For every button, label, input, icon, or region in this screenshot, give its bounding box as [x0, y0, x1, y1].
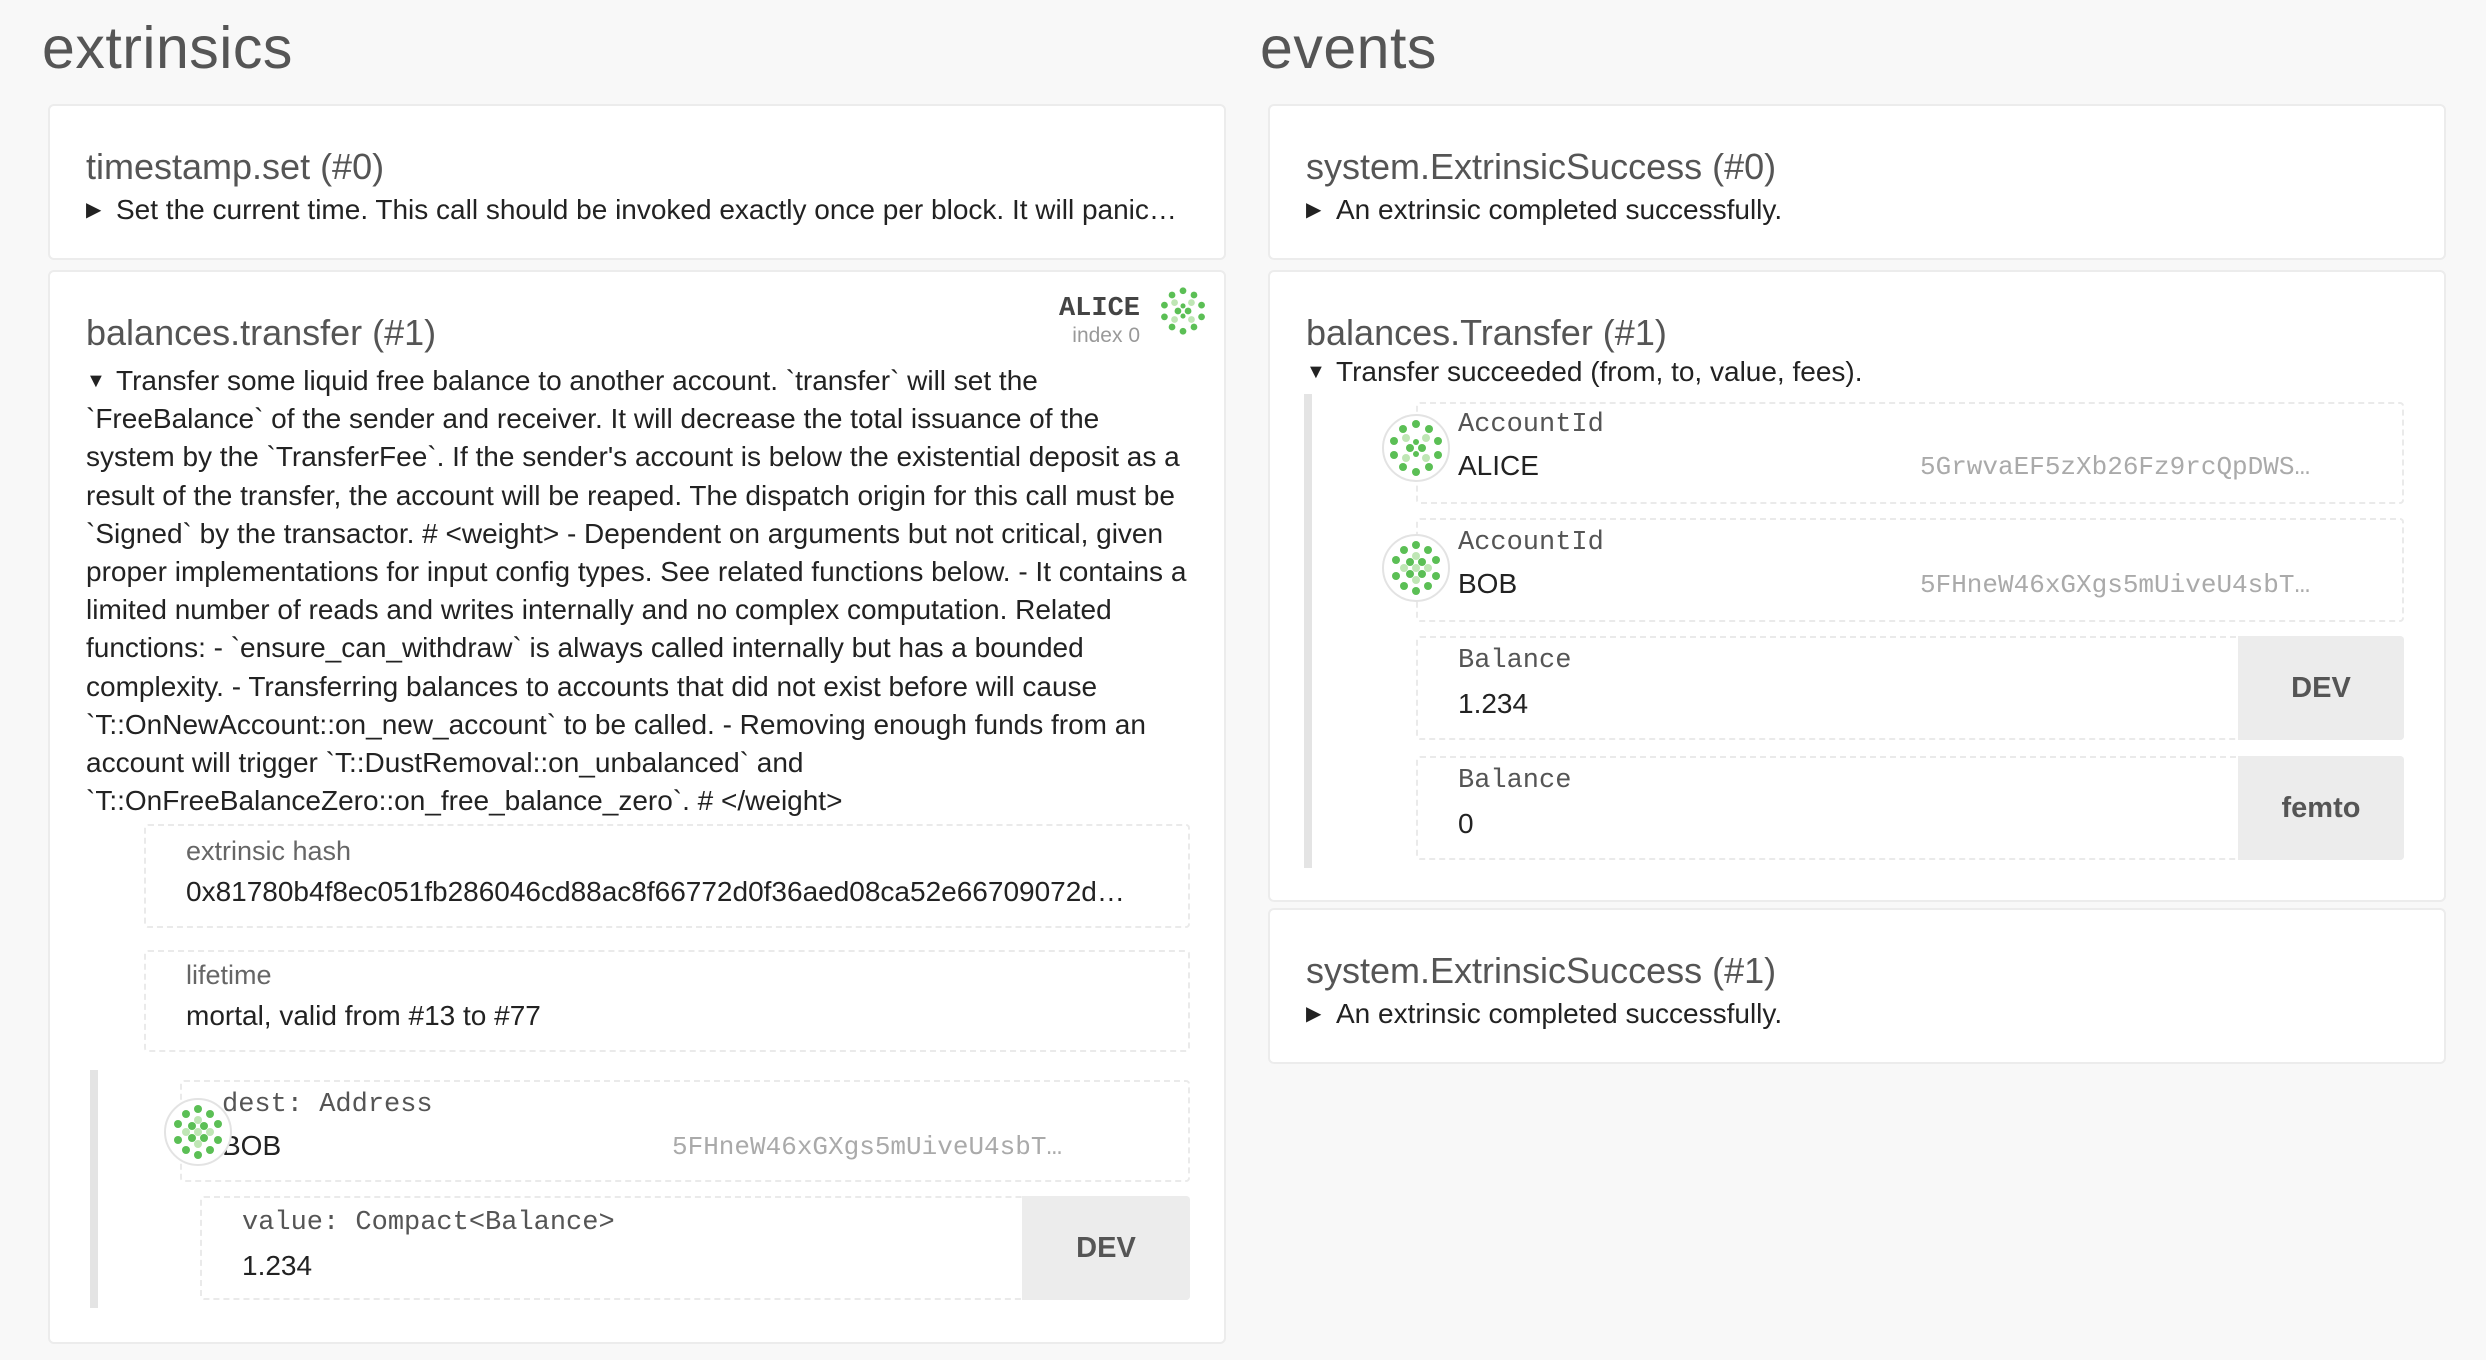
- identicon-bob-svg: [174, 1105, 222, 1159]
- event-summary-toggle[interactable]: ▶ An extrinsic completed successfully.: [1306, 194, 2426, 226]
- collapse-triangle-icon: ▼: [1306, 361, 1326, 383]
- doc-line: `T::OnFreeBalanceZero::on_free_balance_z…: [86, 785, 843, 817]
- events-heading: events: [1260, 15, 1437, 81]
- lifetime-value: mortal, valid from #13 to #77: [186, 1000, 541, 1031]
- event-field-accountid-alice: AccountId ALICE 5GrwvaEF5zXb26Fz9rcQpDWS…: [1416, 402, 2404, 504]
- event-field-balance-dev: Balance 1.234 DEV: [1416, 636, 2404, 740]
- event-card-transfer: balances.Transfer (#1) ▼ Transfer succeed…: [1268, 270, 2446, 902]
- value-param-label: value: Compact<Balance>: [242, 1208, 615, 1238]
- identicon-alice-svg: [1161, 287, 1205, 335]
- event-fields-left-bar: [1304, 394, 1312, 868]
- params-left-bar: [90, 1070, 98, 1308]
- lifetime-label: lifetime: [186, 960, 272, 990]
- event-title: system.ExtrinsicSuccess (#0): [1306, 146, 1777, 187]
- identicon-alice-svg: [1390, 420, 1442, 476]
- event-card-success-1: system.ExtrinsicSuccess (#1) ▶ An extrins…: [1268, 908, 2446, 1064]
- doc-line: account will trigger `T::DustRemoval::on…: [86, 747, 804, 779]
- event-field-unit: femto: [2238, 756, 2404, 860]
- signer-index: index 0: [1072, 324, 1140, 347]
- extrinsic-card-transfer: balances.transfer (#1) ALICE index 0 ▼ T…: [48, 270, 1226, 1344]
- extrinsic-summary: Set the current time. This call should b…: [116, 194, 1177, 225]
- event-field-address[interactable]: 5FHneW46xGXgs5mUiveU4sbT…: [1920, 570, 2390, 600]
- event-field-amount: 1.234: [1458, 688, 1529, 719]
- value-param-amount: 1.234: [242, 1250, 313, 1281]
- event-field-unit: DEV: [2238, 636, 2404, 740]
- event-field-address[interactable]: 5GrwvaEF5zXb26Fz9rcQpDWS…: [1920, 452, 2390, 482]
- event-title: balances.Transfer (#1): [1306, 312, 1667, 353]
- dest-param-field: dest: Address BOB 5FHneW46xGXgs5mUiveU4s…: [180, 1080, 1190, 1182]
- doc-line: `T::OnNewAccount::on_new_account` to be …: [86, 708, 1146, 740]
- expand-triangle-icon: ▶: [1306, 1003, 1322, 1025]
- doc-line: `Signed` by the transactor. # <weight> -…: [86, 517, 1164, 549]
- extrinsic-hash-value[interactable]: 0x81780b4f8ec051fb286046cd88ac8f66772d0f…: [186, 876, 1176, 908]
- signer-identicon-icon[interactable]: [1156, 284, 1210, 338]
- event-card-success-0: system.ExtrinsicSuccess (#0) ▶ An extrins…: [1268, 104, 2446, 260]
- event-summary: Transfer succeeded (from, to, value, fee…: [1336, 356, 1863, 387]
- event-field-name: ALICE: [1458, 450, 1539, 481]
- doc-line: limited number of reads and writes inter…: [86, 594, 1112, 626]
- event-field-label: Balance: [1458, 646, 1572, 676]
- dest-param-label: dest: Address: [222, 1090, 433, 1120]
- identicon-bob-svg: [1392, 541, 1440, 595]
- alice-identicon-icon[interactable]: [1382, 414, 1450, 482]
- extrinsic-title: balances.transfer (#1): [86, 312, 437, 353]
- event-field-label: Balance: [1458, 766, 1572, 796]
- event-field-amount: 0: [1458, 808, 1474, 839]
- event-field-accountid-bob: AccountId BOB 5FHneW46xGXgs5mUiveU4sbT…: [1416, 518, 2404, 622]
- expand-triangle-icon: ▶: [1306, 199, 1322, 221]
- collapse-triangle-icon: ▼: [86, 370, 106, 392]
- value-param-field: value: Compact<Balance> 1.234 DEV: [200, 1196, 1190, 1300]
- extrinsic-hash-field: extrinsic hash 0x81780b4f8ec051fb286046c…: [144, 824, 1190, 928]
- event-field-label: AccountId: [1458, 410, 1604, 440]
- event-summary: An extrinsic completed successfully.: [1336, 998, 1783, 1029]
- page: extrinsics timestamp.set (#0) ▶ Set the c…: [0, 0, 2486, 1360]
- expand-triangle-icon: ▶: [86, 199, 102, 221]
- doc-line: functions: - `ensure_can_withdraw` is al…: [86, 632, 1084, 664]
- doc-line: result of the transfer, the account will…: [86, 479, 1175, 511]
- extrinsic-doc-toggle[interactable]: ▼ Transfer some liquid free balance to an…: [86, 362, 1186, 820]
- bob-identicon-icon[interactable]: [164, 1098, 232, 1166]
- bob-identicon-icon[interactable]: [1382, 534, 1450, 602]
- extrinsics-heading: extrinsics: [42, 15, 293, 81]
- event-field-balance-femto: Balance 0 femto: [1416, 756, 2404, 860]
- value-param-unit: DEV: [1022, 1196, 1190, 1300]
- doc-line: ▼ Transfer some liquid free balance to an…: [86, 362, 1186, 400]
- event-summary: An extrinsic completed successfully.: [1336, 194, 1783, 225]
- extrinsic-title: timestamp.set (#0): [86, 146, 385, 187]
- doc-line: `FreeBalance` of the sender and receiver…: [86, 403, 1100, 435]
- event-field-name: BOB: [1458, 568, 1518, 599]
- event-summary-toggle[interactable]: ▼ Transfer succeeded (from, to, value, fe…: [1306, 356, 2426, 388]
- dest-param-address[interactable]: 5FHneW46xGXgs5mUiveU4sbT…: [672, 1132, 1162, 1162]
- doc-line: complexity. - Transferring balances to a…: [86, 670, 1098, 702]
- extrinsic-card-timestamp: timestamp.set (#0) ▶ Set the current time…: [48, 104, 1226, 260]
- doc-line: proper implementations for input config …: [86, 556, 1187, 588]
- doc-line: system by the `TransferFee`. If the send…: [86, 441, 1180, 473]
- extrinsic-hash-label: extrinsic hash: [186, 836, 352, 866]
- extrinsic-summary-toggle[interactable]: ▶ Set the current time. This call should …: [86, 194, 1206, 226]
- event-title: system.ExtrinsicSuccess (#1): [1306, 950, 1777, 991]
- dest-param-name: BOB: [222, 1130, 282, 1161]
- event-summary-toggle[interactable]: ▶ An extrinsic completed successfully.: [1306, 998, 2426, 1030]
- signer-name: ALICE: [1058, 294, 1140, 324]
- lifetime-field: lifetime mortal, valid from #13 to #77: [144, 950, 1190, 1052]
- event-field-label: AccountId: [1458, 528, 1604, 558]
